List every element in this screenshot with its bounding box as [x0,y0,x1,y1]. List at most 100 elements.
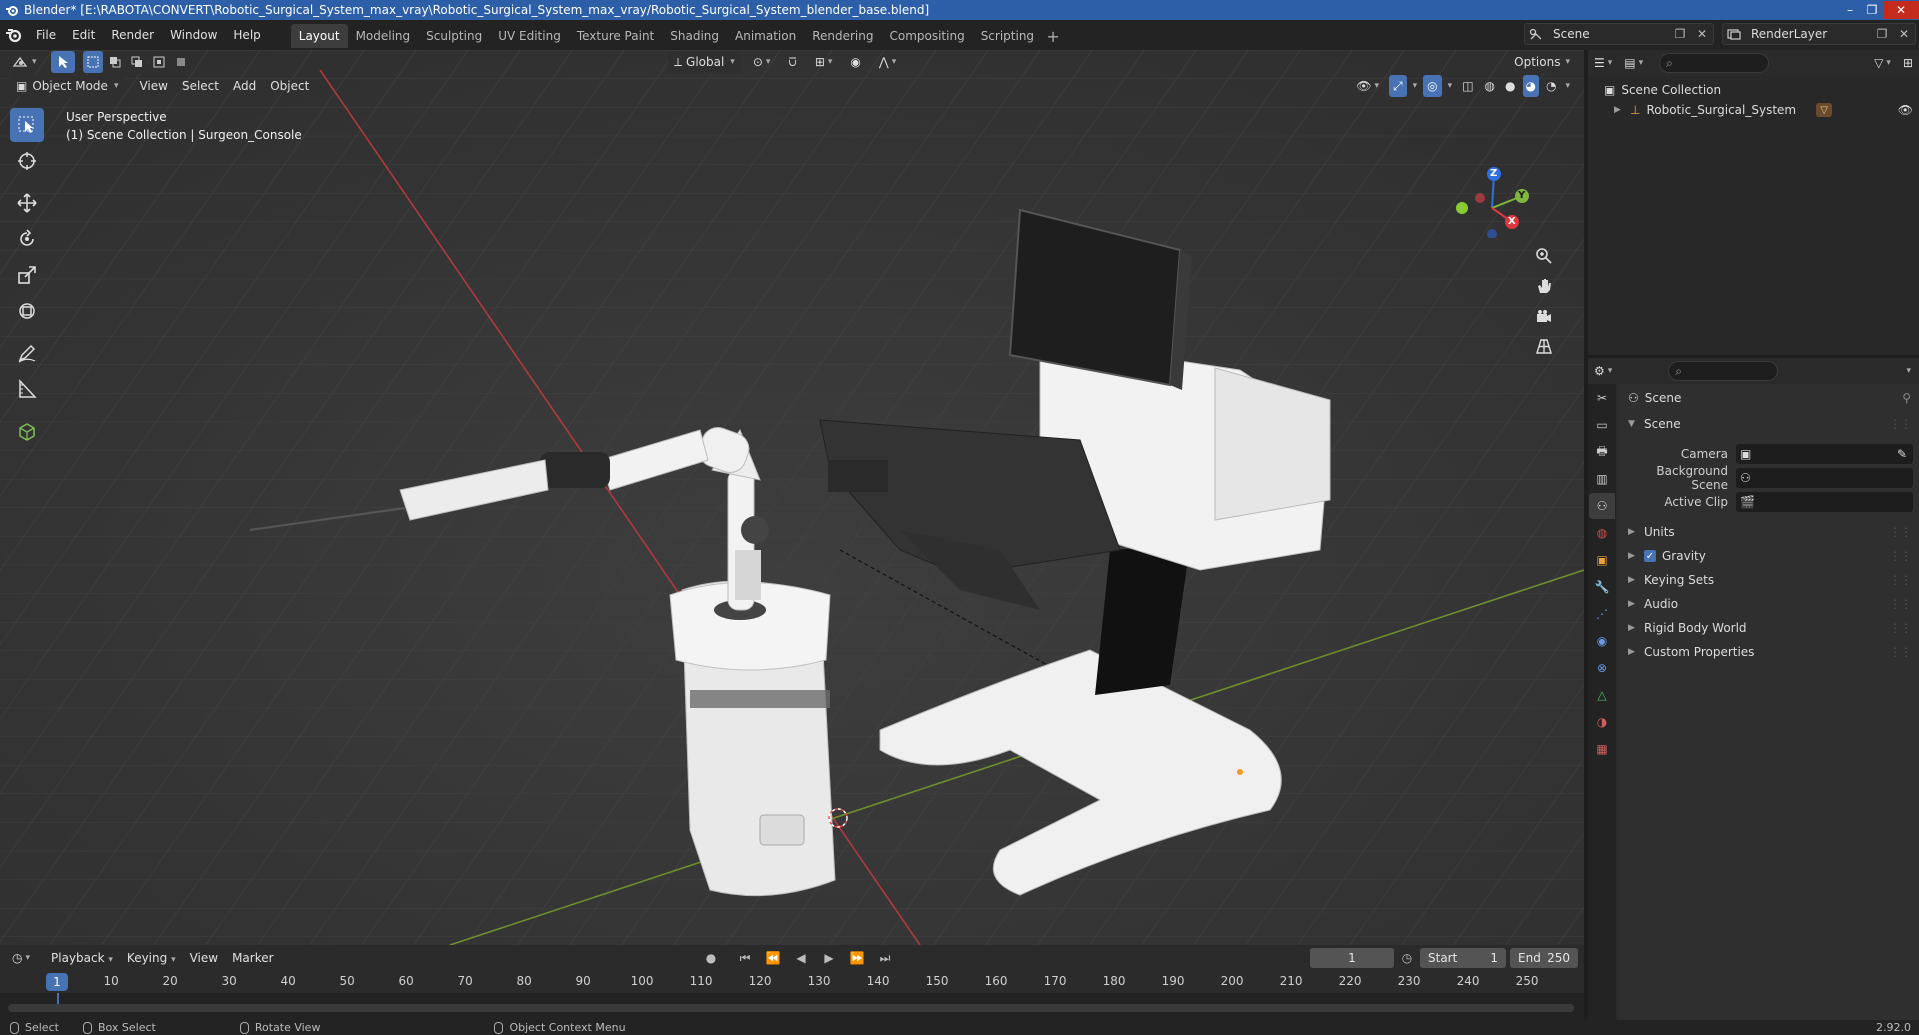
annotate-tool[interactable] [10,336,44,370]
3d-viewport[interactable]: ▾ ⟂ Global ▾ ⊙ ▾ ⩂ ⊞ ▾ ◉ ⋀ ▾ Options ▾ ▣… [0,50,1584,945]
start-frame-field[interactable]: Start 1 [1420,948,1506,968]
minimize-button[interactable]: – [1839,1,1861,19]
duplicate-layer-icon[interactable]: ❐ [1871,24,1893,44]
jump-keyframe-forward-icon[interactable]: ⏩ [846,948,868,968]
active-clip-field[interactable]: 🎬 [1736,492,1913,512]
panel-custom-properties[interactable]: ▶ Custom Properties ⋮⋮ [1618,640,1919,664]
camera-field[interactable]: ▣ ✎ [1736,444,1913,464]
data-tab-icon[interactable]: △ [1589,682,1615,708]
end-frame-field[interactable]: End 250 [1510,948,1578,968]
overlays-toggle[interactable]: ◎ [1423,75,1442,97]
ortho-toggle-button[interactable] [1530,332,1558,360]
tab-shading[interactable]: Shading [662,24,727,48]
tab-animation[interactable]: Animation [727,24,804,48]
world-tab-icon[interactable]: ◍ [1589,520,1615,546]
play-reverse-icon[interactable]: ◀ [790,948,812,968]
play-icon[interactable]: ▶ [818,948,840,968]
preview-range-icon[interactable]: ◷ [1396,948,1418,968]
physics-tab-icon[interactable]: ◉ [1589,628,1615,654]
tab-compositing[interactable]: Compositing [881,24,972,48]
shading-solid-button[interactable]: ● [1502,75,1518,97]
remove-scene-icon[interactable]: ✕ [1691,24,1713,44]
scale-tool[interactable] [10,258,44,292]
tab-scripting[interactable]: Scripting [973,24,1042,48]
output-tab-icon[interactable]: 🖶 [1589,439,1615,465]
select-invert-icon[interactable] [148,51,169,73]
select-new-icon[interactable] [82,51,103,73]
expand-arrow-icon[interactable]: ▶ [1614,105,1622,115]
timeline-menu-keying[interactable]: Keying ▾ [120,951,183,965]
pivot-point-button[interactable]: ⊙ ▾ [747,51,777,73]
render-tab-icon[interactable]: ▭ [1589,412,1615,438]
material-tab-icon[interactable]: ◑ [1589,709,1615,735]
add-workspace-icon[interactable]: + [1042,24,1064,48]
record-button[interactable]: ● [700,948,722,968]
select-subtract-icon[interactable] [126,51,147,73]
select-tool-mode-button[interactable] [50,51,75,73]
panel-gravity[interactable]: ▶ ✓ Gravity ⋮⋮ [1618,544,1919,568]
duplicate-scene-icon[interactable]: ❐ [1669,24,1691,44]
current-frame-field[interactable]: 1 [1310,948,1394,968]
cursor-tool[interactable] [10,144,44,178]
drag-handle-icon[interactable]: ⋮⋮ [1889,549,1912,563]
snap-target-button[interactable]: ⊞ ▾ [809,51,839,73]
jump-start-icon[interactable]: ⏮ [734,948,756,968]
scene-selector[interactable]: Scene ❐ ✕ [1524,23,1714,45]
select-box-tool[interactable] [10,108,44,142]
pan-view-button[interactable] [1530,272,1558,300]
viewport-menu-select[interactable]: Select [175,79,226,93]
xray-toggle[interactable]: ◫ [1458,75,1477,97]
view-layer-selector[interactable]: RenderLayer ❐ ✕ [1722,23,1916,45]
tool-tab-icon[interactable]: ✂ [1589,385,1615,411]
viewport-menu-view[interactable]: View [132,79,174,93]
shading-wireframe-button[interactable]: ◍ [1482,75,1498,97]
maximize-button[interactable]: ❐ [1861,1,1883,19]
tab-modeling[interactable]: Modeling [348,24,419,48]
texture-tab-icon[interactable]: ▦ [1589,736,1615,762]
jump-end-icon[interactable]: ⏭ [874,948,896,968]
gizmo-toggle[interactable]: ⤢ [1389,75,1407,97]
select-intersect-icon[interactable] [170,51,191,73]
drag-handle-icon[interactable]: ⋮⋮ [1889,525,1912,539]
tab-uv-editing[interactable]: UV Editing [490,24,569,48]
properties-editor-type-button[interactable]: ⚙ ▾ [1588,360,1618,382]
axis-gizmo-icon[interactable] [1452,158,1552,238]
close-window-button[interactable]: ✕ [1883,1,1919,19]
timeline-menu-playback[interactable]: Playback ▾ [44,951,120,965]
blender-menu-icon[interactable] [0,23,28,47]
shading-dropdown[interactable]: ▾ [1563,75,1572,97]
visibility-eye-icon[interactable]: 👁 [1898,103,1913,117]
viewport-menu-object[interactable]: Object [263,79,316,93]
panel-keying-sets[interactable]: ▶ Keying Sets ⋮⋮ [1618,568,1919,592]
view-layer-tab-icon[interactable]: ▥ [1589,466,1615,492]
gravity-checkbox[interactable]: ✓ [1644,550,1656,562]
pin-icon[interactable]: ⚲ [1902,391,1911,405]
jump-keyframe-back-icon[interactable]: ⏪ [762,948,784,968]
measure-tool[interactable] [10,372,44,406]
shading-rendered-button[interactable]: ◔ [1543,75,1559,97]
constraints-tab-icon[interactable]: ⊗ [1589,655,1615,681]
transform-orientation-dropdown[interactable]: ⟂ Global ▾ [668,51,741,73]
timeline-editor-type-button[interactable]: ◷ ▾ [6,947,36,969]
transform-tool[interactable] [10,294,44,328]
navigation-gizmo[interactable]: Z Y X [1392,106,1572,356]
outliner-search-input[interactable]: ⌕ [1659,53,1770,73]
timeline-menu-view[interactable]: View [183,951,225,965]
outliner-filter-button[interactable]: ▽ ▾ [1868,52,1897,74]
timeline-ruler[interactable]: 1 10 20 30 40 50 60 70 80 90 100 110 120 130 140 150 16… [0,971,1584,993]
add-cube-tool[interactable] [10,414,44,448]
proportional-edit-button[interactable]: ◉ [844,51,866,73]
drag-handle-icon[interactable]: ⋮⋮ [1889,621,1912,635]
zoom-view-button[interactable] [1530,242,1558,270]
menu-help[interactable]: Help [225,23,268,47]
remove-layer-icon[interactable]: ✕ [1893,24,1915,44]
outliner-row-object[interactable]: ▶ ⊥ Robotic_Surgical_System ▽ 👁 [1588,100,1919,120]
drag-handle-icon[interactable]: ⋮⋮ [1889,417,1912,431]
gizmo-dropdown[interactable]: ▾ [1411,75,1420,97]
move-tool[interactable] [10,186,44,220]
tab-layout[interactable]: Layout [290,24,348,48]
drag-handle-icon[interactable]: ⋮⋮ [1889,573,1912,587]
tab-rendering[interactable]: Rendering [804,24,881,48]
timeline-scrollbar[interactable] [8,1004,1574,1012]
new-collection-button[interactable]: ⊞ [1897,52,1919,74]
